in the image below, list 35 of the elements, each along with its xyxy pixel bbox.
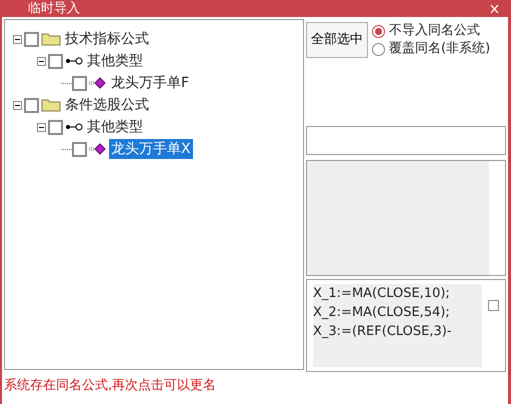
checkbox[interactable]: [24, 32, 39, 46]
tree-item[interactable]: 条件选股公式: [63, 95, 151, 115]
status-message: 系统存在同名公式,再次点击可以更名: [3, 377, 218, 395]
checkbox[interactable]: [48, 120, 63, 134]
collapse-toggle[interactable]: [37, 122, 46, 132]
radio-button[interactable]: [372, 24, 385, 38]
tree-item[interactable]: 其他类型: [85, 117, 145, 137]
node-icon: [65, 56, 83, 66]
collapse-toggle[interactable]: [13, 34, 22, 44]
checkbox[interactable]: [24, 98, 39, 112]
tree-item[interactable]: 其他类型: [85, 51, 145, 71]
node-icon: [65, 122, 83, 132]
collapse-toggle[interactable]: [37, 56, 46, 66]
option-label[interactable]: 覆盖同名(非系统): [389, 40, 490, 58]
radio-button[interactable]: [372, 42, 385, 56]
checkbox[interactable]: [72, 142, 87, 156]
formula-line: X_2:=MA(CLOSE,54);: [313, 304, 451, 322]
tree-item[interactable]: 龙头万手单F: [109, 73, 192, 93]
tree-item[interactable]: 技术指标公式: [63, 29, 151, 49]
formula-icon: [89, 143, 107, 155]
tree-item[interactable]: 龙头万手单X: [109, 139, 193, 159]
option-label[interactable]: 不导入同名公式: [389, 22, 480, 40]
checkbox[interactable]: [48, 54, 63, 68]
checkbox[interactable]: [72, 76, 87, 90]
folder-icon: [41, 32, 61, 46]
formula-icon: [89, 77, 107, 89]
collapse-toggle[interactable]: [13, 100, 22, 110]
checkbox[interactable]: [488, 300, 499, 311]
text-field[interactable]: [306, 126, 506, 155]
formula-line: X_1:=MA(CLOSE,10);: [313, 285, 451, 303]
formula-line: X_3:=(REF(CLOSE,3)-: [313, 323, 453, 341]
select-all-button[interactable]: 全部选中: [306, 22, 368, 58]
folder-icon: [41, 98, 61, 112]
close-icon[interactable]: [490, 4, 500, 12]
window-title: 临时导入: [28, 1, 80, 16]
